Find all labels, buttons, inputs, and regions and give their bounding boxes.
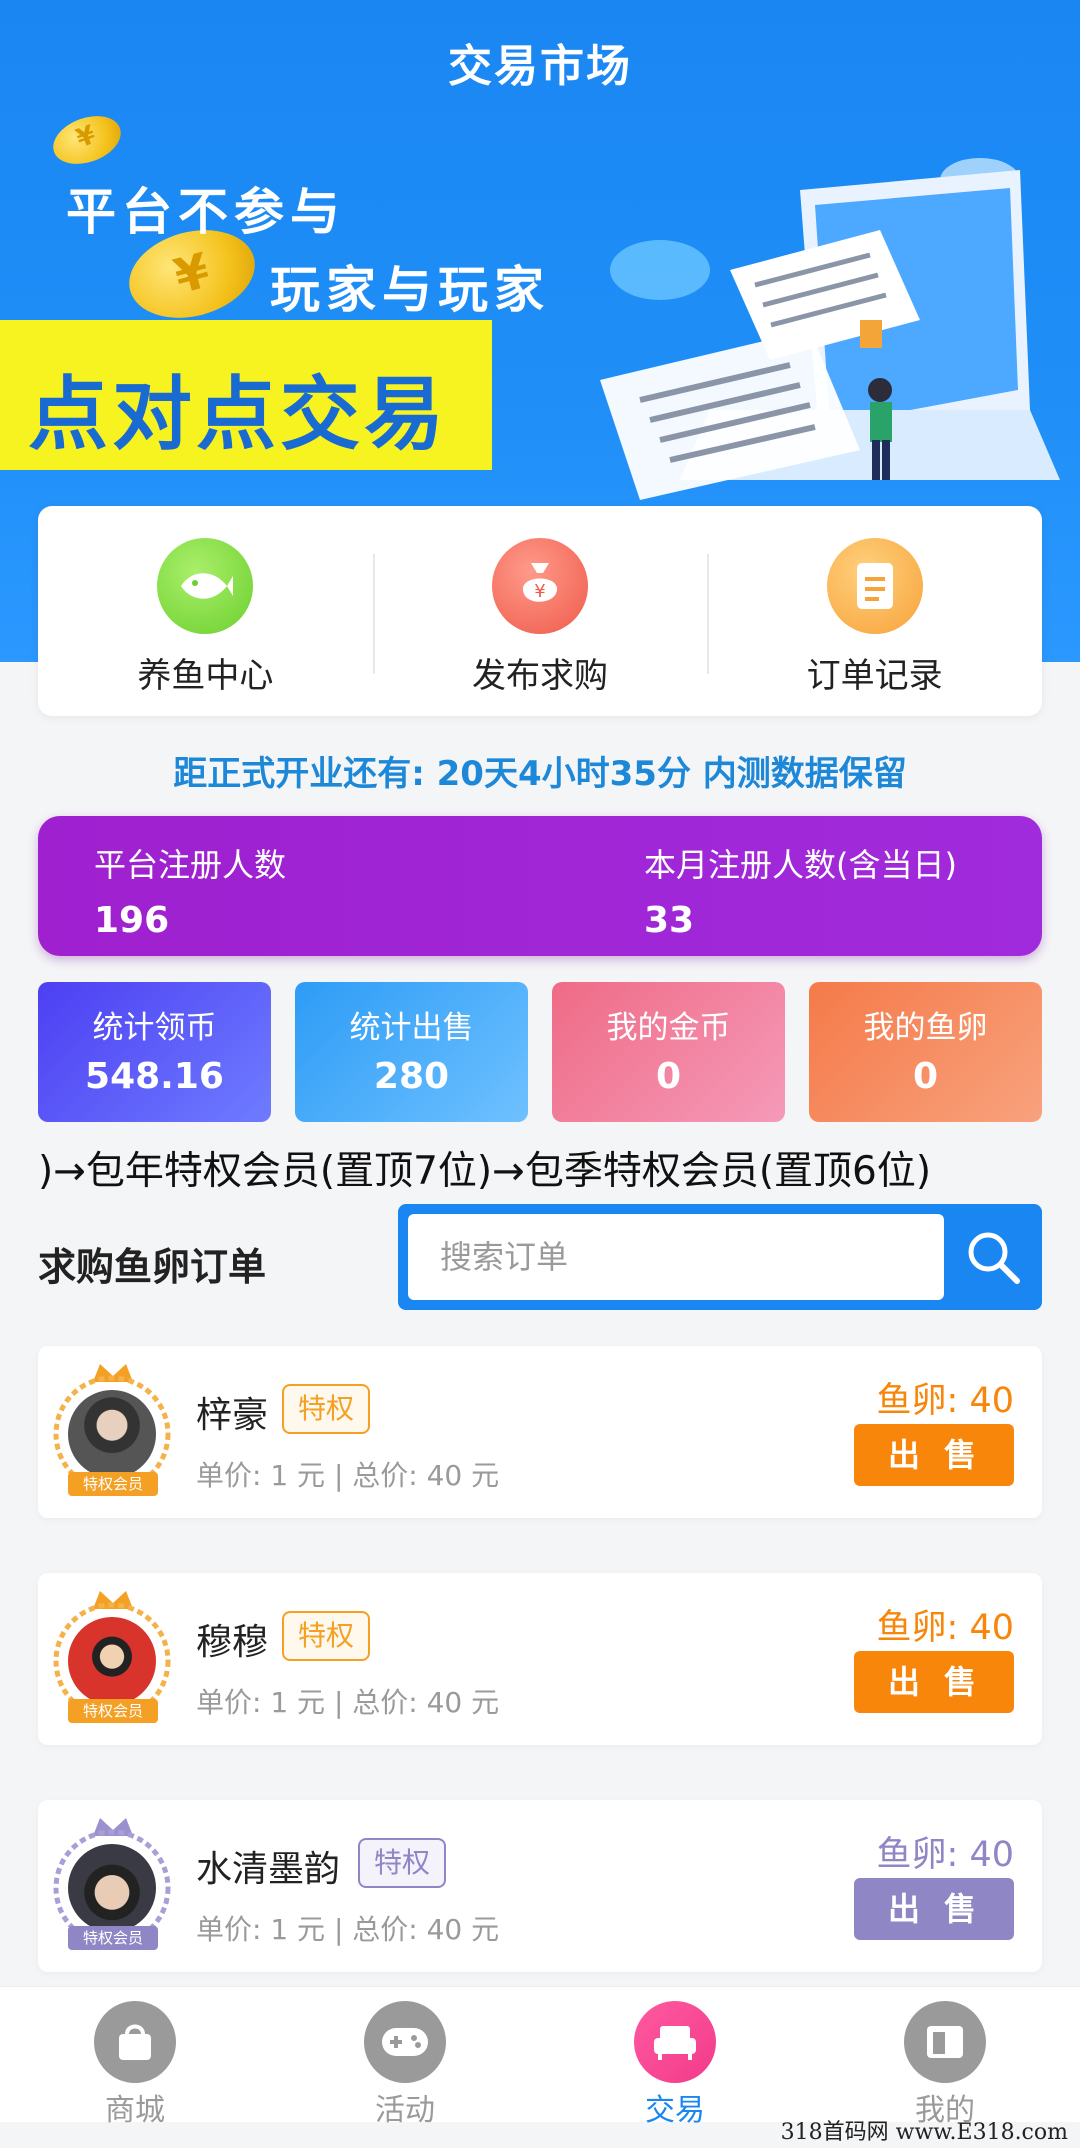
member-badge: 特权会员 — [68, 1926, 158, 1950]
banner-headline: 点对点交易 — [28, 368, 448, 461]
user-card-icon — [904, 2001, 986, 2083]
stats-row: 统计领币 548.16 统计出售 280 我的金币 0 我的鱼卵 0 — [38, 982, 1042, 1122]
avatar-frame: 特权会员 — [48, 1354, 178, 1504]
member-badge: 特权会员 — [68, 1699, 158, 1723]
buyer-name: 水清墨韵 — [196, 1849, 341, 1890]
membership-marquee: )→包年特权会员(置顶7位)→包季特权会员(置顶6位) — [38, 1149, 932, 1194]
stat-label: 统计出售 — [349, 1010, 474, 1046]
privilege-tag: 特权 — [282, 1384, 371, 1434]
order-price: 单价: 1 元 | 总价: 40 元 — [196, 1686, 500, 1719]
sell-button[interactable]: 出售 — [854, 1878, 1014, 1940]
search-button[interactable] — [944, 1204, 1042, 1310]
month-registrations-label: 本月注册人数(含当日) — [644, 846, 957, 884]
stat-sold: 统计出售 280 — [295, 982, 528, 1122]
egg-quantity: 鱼卵: 40 — [876, 1381, 1014, 1421]
shopping-bag-icon — [94, 2001, 176, 2083]
tab-mall[interactable]: 商城 — [0, 1987, 270, 2128]
coin-icon: ¥ — [46, 107, 128, 173]
money-bag-icon: ¥ — [492, 538, 588, 634]
tab-trade[interactable]: 交易 — [540, 1987, 810, 2128]
avatar — [68, 1844, 156, 1932]
tab-label: 活动 — [375, 2093, 435, 2128]
quick-order-records-label: 订单记录 — [806, 656, 943, 696]
quick-post-request[interactable]: ¥ 发布求购 — [372, 506, 708, 716]
stat-label: 我的鱼卵 — [863, 1010, 988, 1046]
quick-post-request-label: 发布求购 — [472, 656, 608, 696]
sell-button[interactable]: 出售 — [854, 1651, 1014, 1713]
fish-icon — [157, 538, 254, 634]
registration-panel: 平台注册人数 196 本月注册人数(含当日) 33 — [38, 816, 1042, 956]
tab-mine[interactable]: 我的 — [810, 1987, 1080, 2128]
quick-actions: 养鱼中心 ¥ 发布求购 订单记录 — [38, 506, 1042, 716]
stat-value: 0 — [912, 1056, 939, 1097]
quick-fish-center-label: 养鱼中心 — [137, 656, 274, 696]
egg-quantity: 鱼卵: 40 — [876, 1608, 1014, 1648]
stat-value: 548.16 — [85, 1056, 224, 1097]
stat-value: 0 — [655, 1056, 682, 1097]
avatar-frame: 特权会员 — [48, 1808, 178, 1958]
egg-quantity: 鱼卵: 40 — [876, 1835, 1014, 1875]
tab-activities[interactable]: 活动 — [270, 1987, 540, 2128]
opening-countdown: 距正式开业还有: 20天4小时35分 内测数据保留 — [173, 754, 907, 794]
stat-value: 280 — [373, 1056, 450, 1097]
quick-fish-center[interactable]: 养鱼中心 — [38, 506, 373, 716]
laptop-illustration — [600, 158, 1060, 500]
order-card: 特权会员 梓豪 特权 单价: 1 元 | 总价: 40 元 鱼卵: 40 出售 — [38, 1346, 1042, 1518]
order-search-input[interactable] — [408, 1214, 944, 1300]
page-title: 交易市场 — [448, 41, 632, 92]
banner-slogan-2: 玩家与玩家 — [270, 261, 550, 319]
sofa-icon — [634, 2001, 716, 2083]
tab-label: 交易 — [645, 2093, 705, 2128]
stat-my-coins: 我的金币 0 — [552, 982, 785, 1122]
privilege-tag: 特权 — [282, 1611, 371, 1661]
stat-my-eggs: 我的鱼卵 0 — [809, 982, 1042, 1122]
order-card: 特权会员 穆穆 特权 单价: 1 元 | 总价: 40 元 鱼卵: 40 出售 — [38, 1573, 1042, 1745]
platform-registrations-label: 平台注册人数 — [94, 846, 287, 884]
search-icon — [968, 1232, 1020, 1284]
bottom-tab-bar: 商城 活动 交易 我的 — [0, 1986, 1080, 2128]
watermark: 318首码网 www.E318.com — [780, 2120, 1068, 2145]
stat-label: 统计领币 — [92, 1010, 217, 1046]
document-icon — [826, 538, 923, 634]
avatar-frame: 特权会员 — [48, 1581, 178, 1731]
order-search-bar — [398, 1204, 1042, 1310]
stat-coins-claimed: 统计领币 548.16 — [38, 982, 271, 1122]
banner-slogan-1: 平台不参与 — [66, 183, 346, 241]
member-badge: 特权会员 — [68, 1472, 158, 1496]
privilege-tag: 特权 — [358, 1838, 447, 1888]
order-price: 单价: 1 元 | 总价: 40 元 — [196, 1913, 500, 1946]
avatar — [68, 1617, 156, 1705]
platform-registrations-value: 196 — [94, 900, 170, 941]
stat-label: 我的金币 — [606, 1010, 731, 1046]
orders-section-title: 求购鱼卵订单 — [38, 1245, 267, 1289]
order-card: 特权会员 水清墨韵 特权 单价: 1 元 | 总价: 40 元 鱼卵: 40 出… — [38, 1800, 1042, 1972]
quick-order-records[interactable]: 订单记录 — [707, 506, 1042, 716]
svg-text:¥: ¥ — [534, 581, 545, 602]
order-price: 单价: 1 元 | 总价: 40 元 — [196, 1459, 500, 1492]
avatar — [68, 1390, 156, 1478]
gamepad-icon — [364, 2001, 446, 2083]
buyer-name: 梓豪 — [196, 1395, 269, 1436]
month-registrations-value: 33 — [644, 900, 695, 941]
banner-headline-box: 点对点交易 — [0, 320, 492, 470]
tab-label: 商城 — [105, 2093, 165, 2128]
sell-button[interactable]: 出售 — [854, 1424, 1014, 1486]
buyer-name: 穆穆 — [196, 1622, 269, 1663]
